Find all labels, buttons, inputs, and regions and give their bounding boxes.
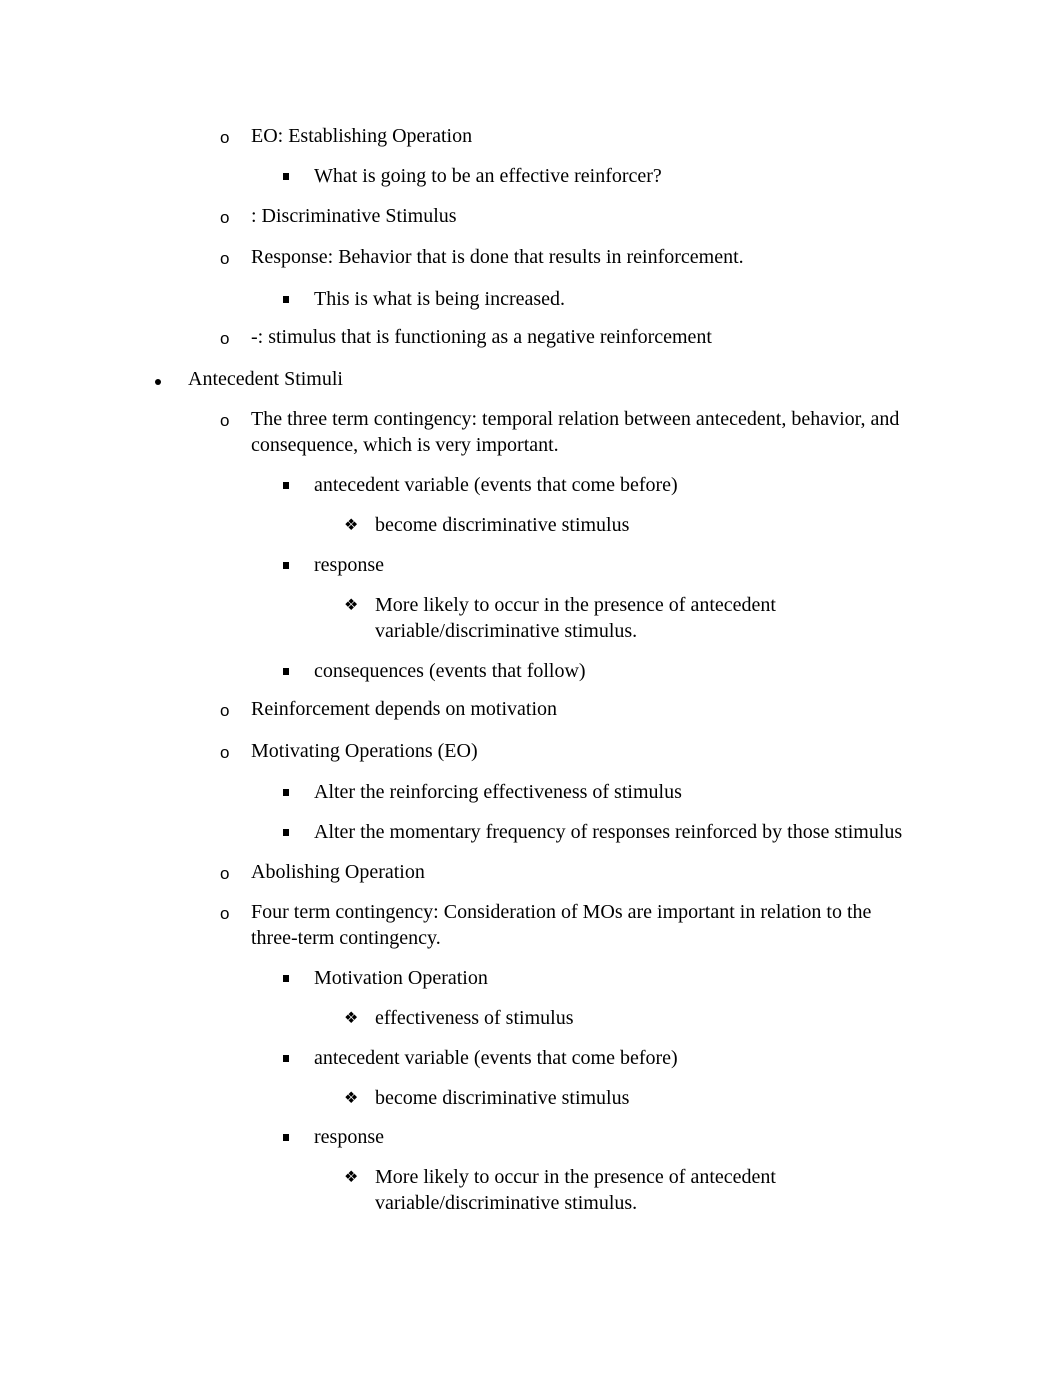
- square-bullet-icon: [283, 1045, 289, 1071]
- square-bullet-icon: [283, 286, 289, 312]
- item-text-line: three-term contingency.: [251, 927, 441, 949]
- square-bullet-icon: [283, 819, 289, 845]
- circle-bullet-icon: o: [220, 208, 230, 227]
- square-bullet-icon: [283, 163, 289, 189]
- item-text: effectiveness of stimulus: [375, 1007, 574, 1029]
- square-bullet-icon: [283, 965, 289, 991]
- circle-bullet-icon: o: [220, 701, 230, 720]
- diamond-bullet-icon: ❖: [344, 517, 359, 534]
- item-text: Alter the reinforcing effectiveness of s…: [314, 781, 682, 803]
- item-text: EO: Establishing Operation: [251, 125, 473, 147]
- item-text: Antecedent Stimuli: [188, 368, 343, 390]
- circle-bullet-icon: o: [220, 329, 230, 348]
- circle-bullet-icon: o: [220, 128, 230, 147]
- item-text-line: More likely to occur in the presence of …: [375, 594, 776, 616]
- square-bullet-icon: [283, 658, 289, 684]
- item-text-line: More likely to occur in the presence of …: [375, 1166, 776, 1188]
- item-text: response: [314, 1126, 384, 1148]
- item-text: Motivation Operation: [314, 967, 488, 989]
- square-bullet-icon: [283, 1124, 289, 1150]
- item-text: -: stimulus that is functioning as a neg…: [251, 326, 712, 348]
- document-page: o EO: Establishing Operation What is goi…: [0, 0, 1062, 1376]
- item-text-line: The three term contingency: temporal rel…: [251, 408, 900, 430]
- circle-bullet-icon: o: [220, 743, 230, 762]
- item-text-line: variable/discriminative stimulus.: [375, 1192, 638, 1214]
- circle-bullet-icon: o: [220, 864, 230, 883]
- item-text: response: [314, 554, 384, 576]
- item-text: Alter the momentary frequency of respons…: [314, 821, 903, 843]
- diamond-bullet-icon: ❖: [344, 1090, 359, 1107]
- item-text: consequences (events that follow): [314, 660, 586, 682]
- square-bullet-icon: [283, 472, 289, 498]
- diamond-bullet-icon: ❖: [344, 1010, 359, 1027]
- dot-bullet-icon: [155, 366, 161, 392]
- item-text: Reinforcement depends on motivation: [251, 698, 558, 720]
- item-text: Response: Behavior that is done that res…: [251, 246, 744, 268]
- circle-bullet-icon: o: [220, 249, 230, 268]
- circle-bullet-icon: o: [220, 904, 230, 923]
- square-bullet-icon: [283, 552, 289, 578]
- item-text: Abolishing Operation: [251, 861, 425, 883]
- item-text: become discriminative stimulus: [375, 514, 630, 536]
- diamond-bullet-icon: ❖: [344, 597, 359, 614]
- item-text: : Discriminative Stimulus: [251, 205, 457, 227]
- square-bullet-icon: [283, 779, 289, 805]
- item-text: This is what is being increased.: [314, 288, 566, 310]
- item-text-line: consequence, which is very important.: [251, 434, 559, 456]
- item-text: become discriminative stimulus: [375, 1087, 630, 1109]
- item-text: antecedent variable (events that come be…: [314, 474, 678, 496]
- item-text: antecedent variable (events that come be…: [314, 1047, 678, 1069]
- item-text: What is going to be an effective reinfor…: [314, 165, 662, 187]
- circle-bullet-icon: o: [220, 411, 230, 430]
- item-text-line: Four term contingency: Consideration of …: [251, 901, 872, 923]
- item-text-line: variable/discriminative stimulus.: [375, 620, 638, 642]
- diamond-bullet-icon: ❖: [344, 1169, 359, 1186]
- item-text: Motivating Operations (EO): [251, 740, 478, 762]
